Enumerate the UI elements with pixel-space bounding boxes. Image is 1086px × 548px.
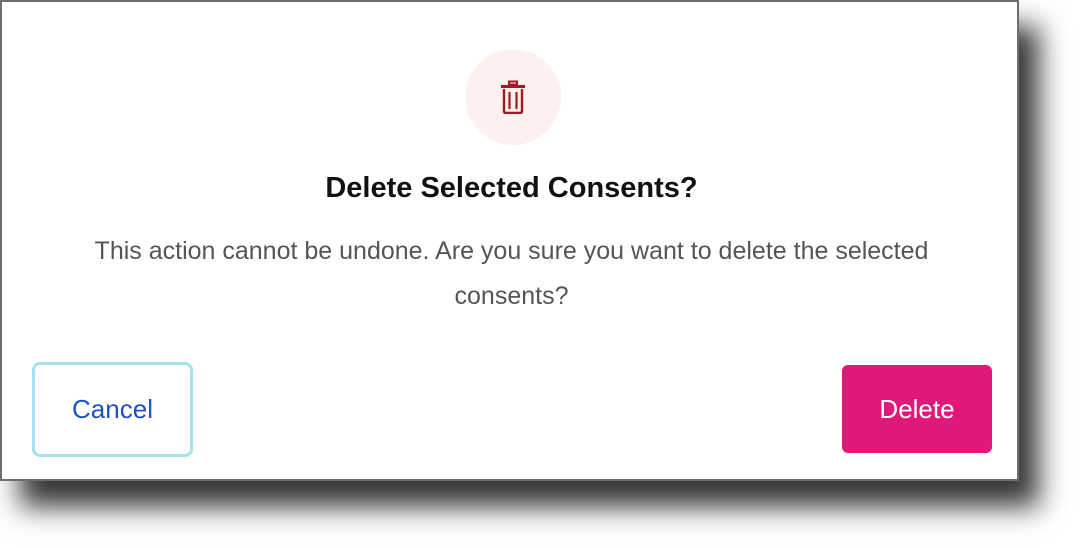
delete-button[interactable]: Delete xyxy=(842,365,992,453)
dialog-message: This action cannot be undone. Are you su… xyxy=(94,237,929,310)
cancel-button[interactable]: Cancel xyxy=(32,362,193,457)
trash-icon-badge xyxy=(465,49,561,145)
delete-consents-dialog: Delete Selected Consents? This action ca… xyxy=(0,0,1019,481)
dialog-title: Delete Selected Consents? xyxy=(325,172,698,204)
trash-icon xyxy=(500,80,526,114)
